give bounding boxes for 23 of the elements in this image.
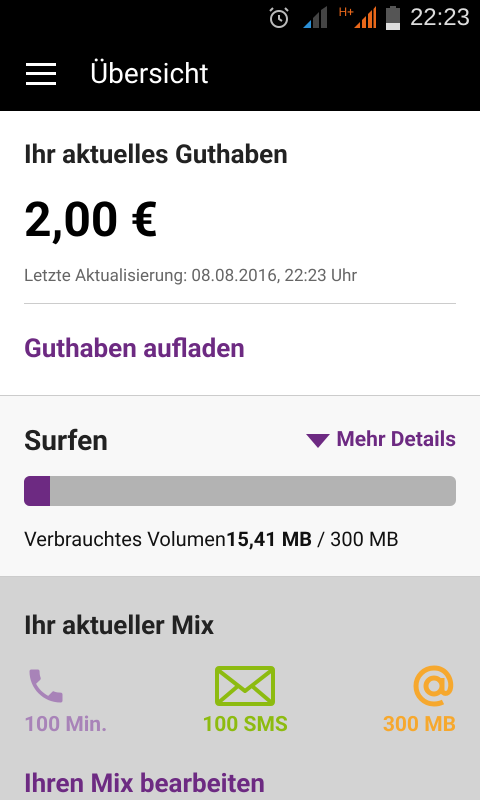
alarm-clock-icon — [266, 6, 291, 30]
triangle-down-icon — [306, 434, 330, 448]
balance-title: Ihr aktuelles Guthaben — [24, 139, 289, 172]
edit-mix-link[interactable]: Ihren Mix bearbeiten — [24, 768, 265, 800]
app-bar-title: Übersicht — [90, 56, 209, 92]
top-up-link[interactable]: Guthaben aufladen — [24, 304, 245, 395]
usage-text: Verbrauchtes Volumen15,41 MB / 300 MB — [24, 526, 400, 553]
mix-amount: 100 Min. — [24, 712, 108, 739]
envelope-icon — [214, 665, 276, 707]
mix-title: Ihr aktueller Mix — [24, 610, 216, 643]
clock-time: 22:23 — [410, 3, 470, 34]
battery-icon — [386, 6, 400, 30]
balance-amount: 2,00 € — [24, 196, 159, 244]
menu-icon[interactable] — [26, 62, 56, 85]
mix-amount: 300 MB — [382, 712, 456, 739]
at-sign-icon — [412, 664, 456, 708]
mix-amount: 100 SMS — [202, 712, 288, 739]
network-type: H+ — [338, 6, 354, 18]
signal-icon — [300, 6, 329, 30]
surf-title: Surfen — [24, 423, 108, 459]
last-update-text: Letzte Aktualisierung: 08.08.2016, 22:23 Uhr — [24, 264, 456, 304]
more-details-link[interactable]: Mehr Details — [306, 425, 456, 457]
signal-icon — [354, 6, 376, 30]
